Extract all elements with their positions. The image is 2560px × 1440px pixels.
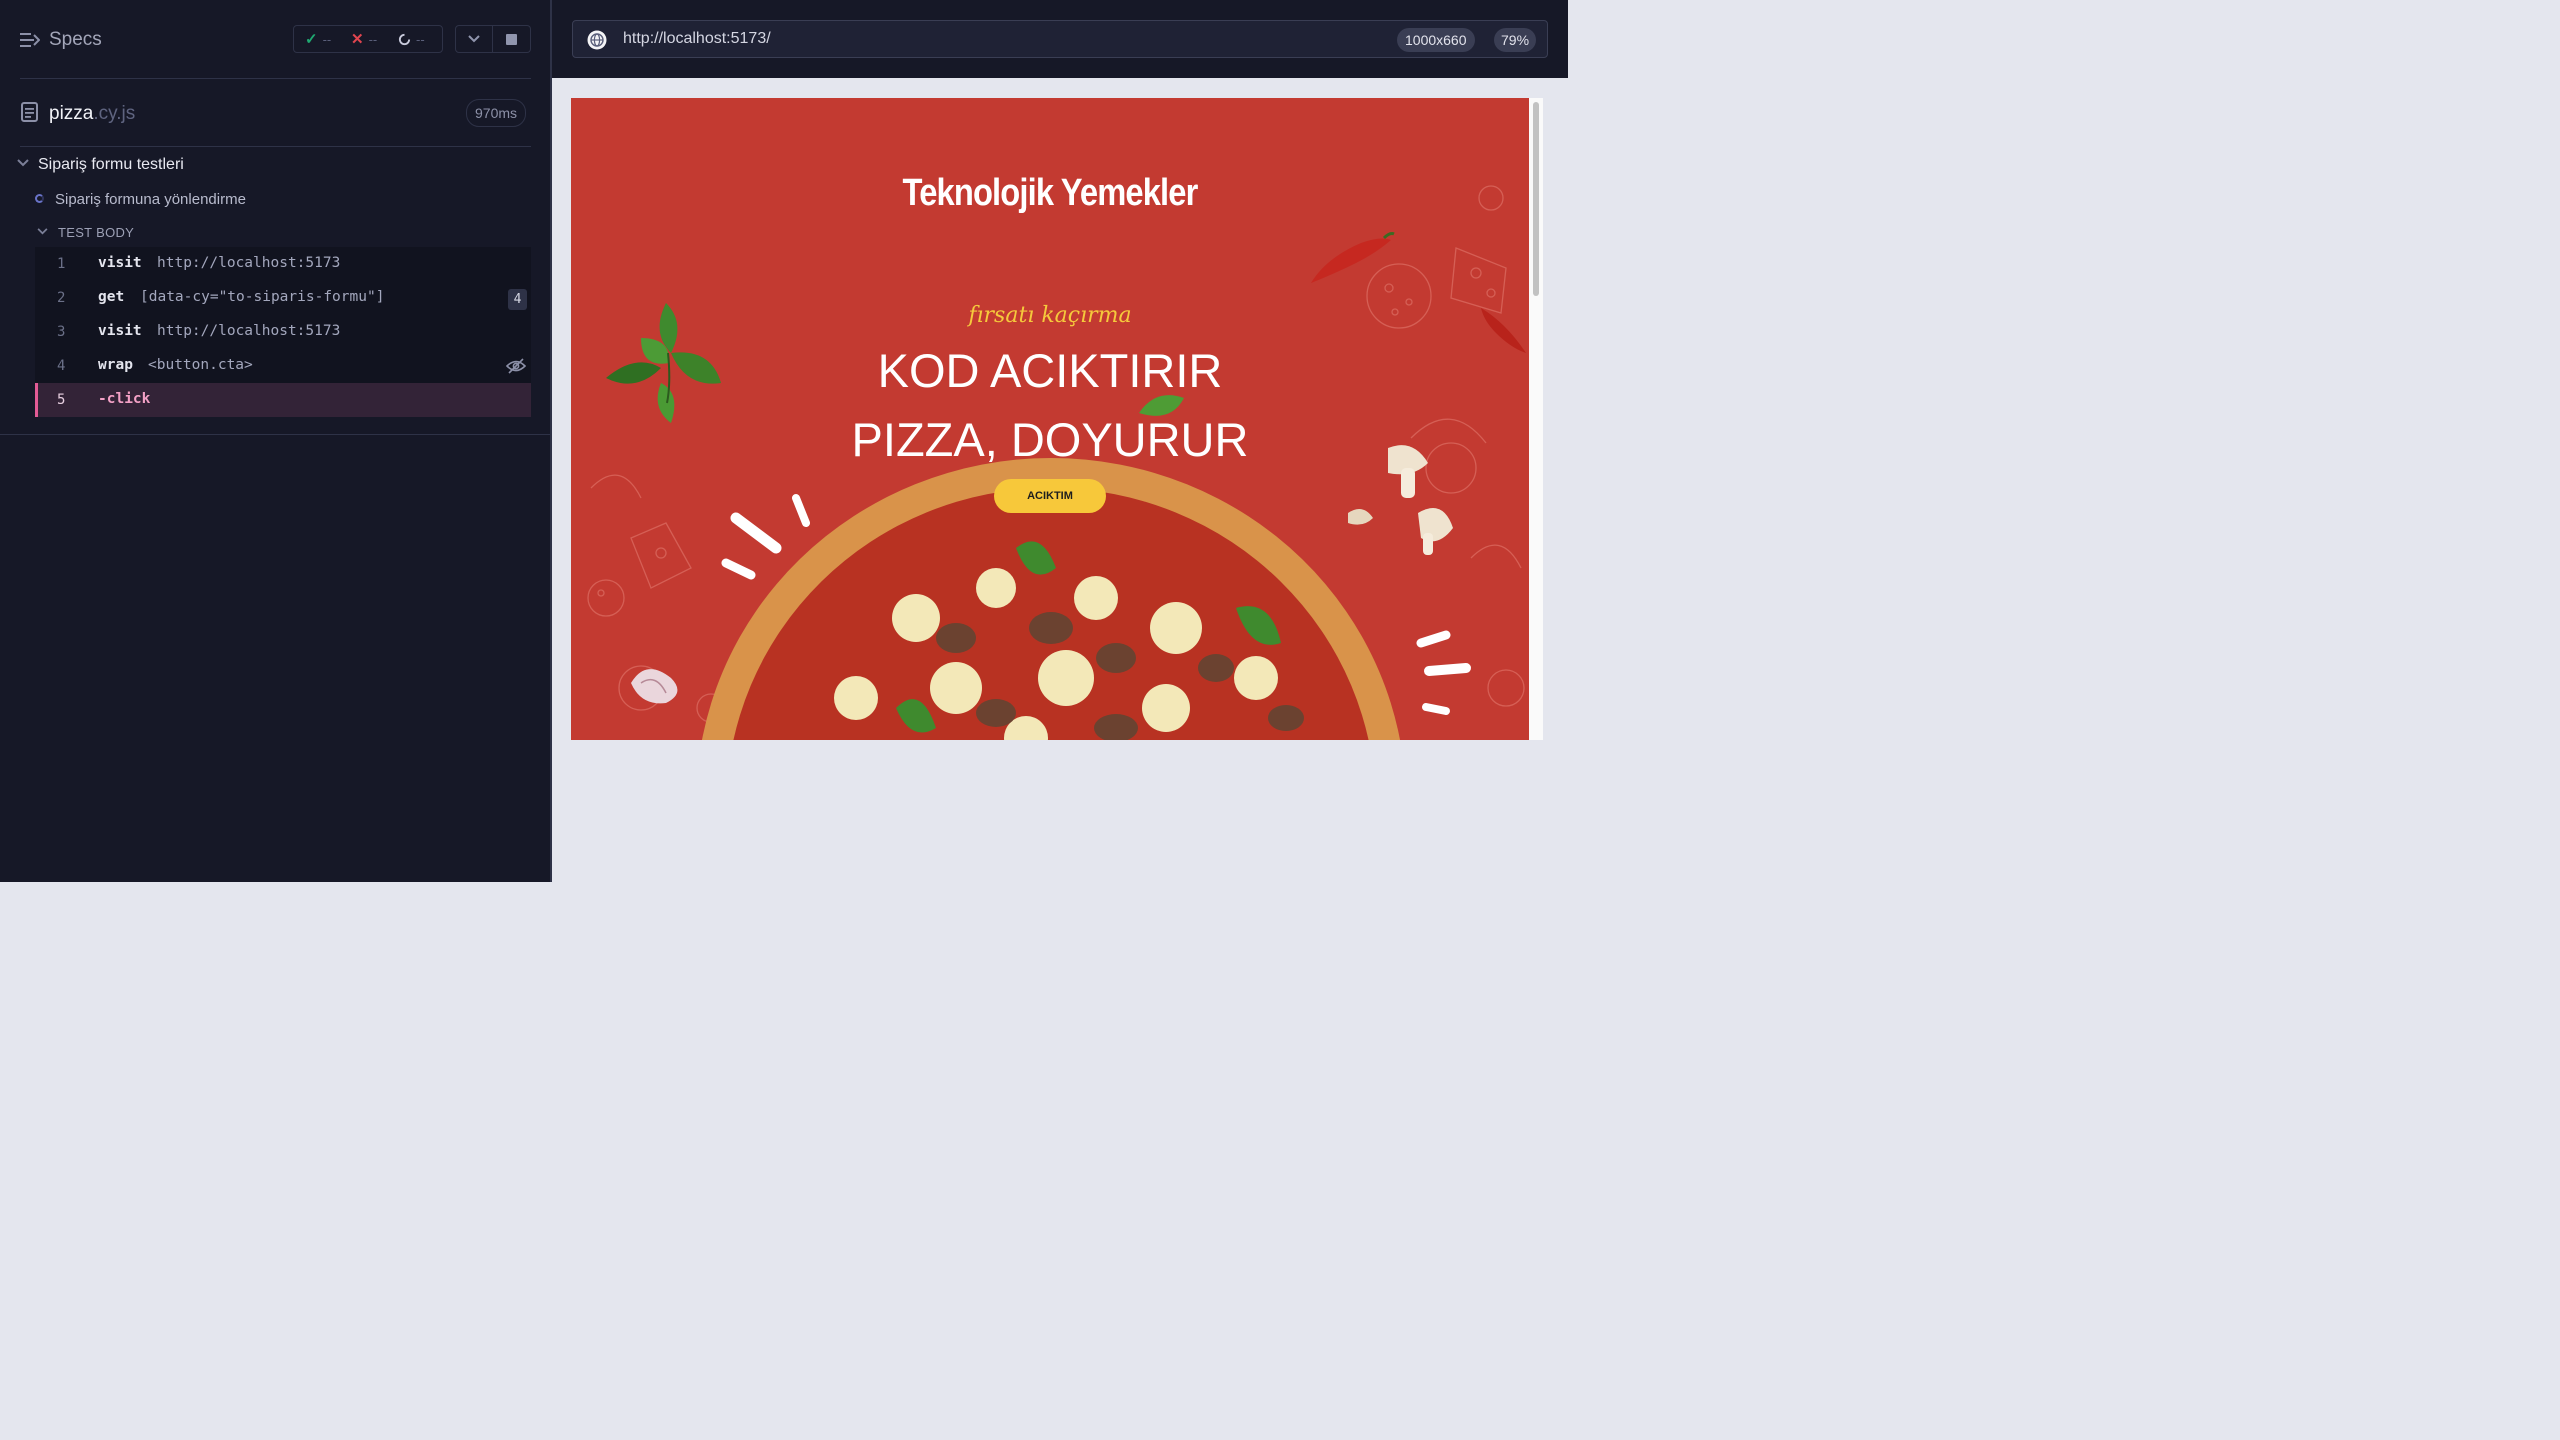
check-icon: ✓ — [305, 30, 318, 48]
command-arg: http://localhost:5173 — [157, 323, 341, 339]
command-arg: http://localhost:5173 — [157, 255, 341, 271]
pending-stat: -- — [398, 32, 425, 47]
divider — [20, 78, 531, 79]
scale-badge: 79% — [1494, 28, 1537, 52]
passed-stat: ✓ -- — [305, 30, 332, 48]
viewport-size-badge[interactable]: 1000x660 — [1397, 28, 1475, 52]
element-count-badge: 4 — [508, 289, 527, 310]
app-iframe: Teknolojik Yemekler fırsatı kaçırma KOD … — [571, 98, 1543, 740]
command-arg: [data-cy="to-siparis-formu"] — [140, 289, 385, 305]
url-bar[interactable]: http://localhost:5173/ 1000x660 79% — [572, 20, 1548, 58]
command-log: 1 visit http://localhost:5173 2 get [dat… — [35, 247, 531, 417]
command-row[interactable]: 2 get [data-cy="to-siparis-formu"] 4 — [35, 281, 531, 315]
chili-pepper-image — [1311, 232, 1395, 283]
brand-logo: Teknolojik Yemekler — [902, 172, 1199, 214]
test-stats: ✓ -- ✕ -- -- — [293, 25, 443, 53]
spec-file-ext: .cy.js — [93, 103, 136, 124]
chevron-down-icon — [17, 159, 29, 167]
command-number: 3 — [57, 324, 66, 340]
spec-file-name: pizza.cy.js — [49, 103, 135, 125]
test-title: Sipariş formuna yönlendirme — [55, 191, 246, 208]
eye-slash-icon — [506, 358, 526, 374]
chevron-down-icon — [468, 35, 480, 43]
garlic-image — [631, 669, 678, 704]
specs-title[interactable]: Specs — [49, 29, 102, 51]
command-row[interactable]: 1 visit http://localhost:5173 — [35, 247, 531, 281]
hero-tagline: fırsatı kaçırma — [968, 303, 1132, 328]
x-icon: ✕ — [351, 30, 364, 48]
stop-icon — [506, 33, 517, 45]
running-status-icon — [35, 194, 44, 203]
suite-title: Sipariş formu testleri — [38, 156, 184, 173]
app-hero: Teknolojik Yemekler fırsatı kaçırma KOD … — [571, 98, 1529, 740]
command-row[interactable]: 3 visit http://localhost:5173 — [35, 315, 531, 349]
failed-stat: ✕ -- — [351, 30, 378, 48]
globe-icon — [587, 30, 607, 50]
command-name: visit — [98, 323, 142, 339]
command-name: get — [98, 289, 125, 305]
cta-button[interactable]: ACIKTIM — [994, 479, 1106, 513]
stop-button[interactable] — [493, 25, 531, 53]
chevron-down-icon — [37, 228, 48, 235]
test-body-label: TEST BODY — [58, 225, 135, 240]
test-row[interactable]: Sipariş formuna yönlendirme — [0, 186, 550, 214]
specs-list-icon[interactable] — [20, 31, 40, 49]
command-number: 1 — [57, 256, 66, 272]
failed-count: -- — [368, 32, 378, 47]
duration-badge: 970ms — [466, 99, 527, 127]
spec-file-row[interactable]: pizza.cy.js 970ms — [0, 80, 550, 146]
test-body-header[interactable]: TEST BODY — [0, 222, 550, 244]
command-name: visit — [98, 255, 142, 271]
expand-collapse-button[interactable] — [455, 25, 493, 53]
pending-count: -- — [416, 32, 425, 47]
hero-headline-line-2: PIZZA, DOYURUR — [851, 413, 1249, 466]
command-number: 2 — [57, 290, 66, 306]
reporter-panel: Specs ✓ -- ✕ -- -- pizza.cy.js 970ms Sip… — [0, 0, 550, 882]
decorative-dashes — [1416, 630, 1471, 715]
divider — [20, 146, 531, 147]
command-row[interactable]: 4 wrap <button.cta> — [35, 349, 531, 383]
passed-count: -- — [322, 32, 332, 47]
url-area: http://localhost:5173/ 1000x660 79% — [552, 0, 1568, 78]
divider — [0, 434, 550, 435]
file-icon — [21, 102, 38, 122]
suite-row[interactable]: Sipariş formu testleri — [0, 150, 550, 180]
command-number: 5 — [57, 392, 66, 408]
command-number: 4 — [57, 358, 66, 374]
spinner-icon — [398, 33, 411, 46]
spec-file-basename: pizza — [49, 103, 94, 124]
command-row-active[interactable]: 5 -click — [35, 383, 531, 417]
command-name: wrap — [98, 357, 133, 373]
panel-resize-handle[interactable] — [550, 0, 552, 882]
command-name: -click — [98, 391, 151, 407]
specs-header: Specs ✓ -- ✕ -- -- — [0, 0, 550, 78]
url-text[interactable]: http://localhost:5173/ — [623, 30, 771, 48]
scrollbar-thumb[interactable] — [1533, 102, 1539, 296]
app-scrollbar[interactable] — [1529, 98, 1543, 740]
command-arg: <button.cta> — [148, 357, 253, 373]
hero-headline-line-1: KOD ACIKTIRIR — [877, 344, 1223, 397]
